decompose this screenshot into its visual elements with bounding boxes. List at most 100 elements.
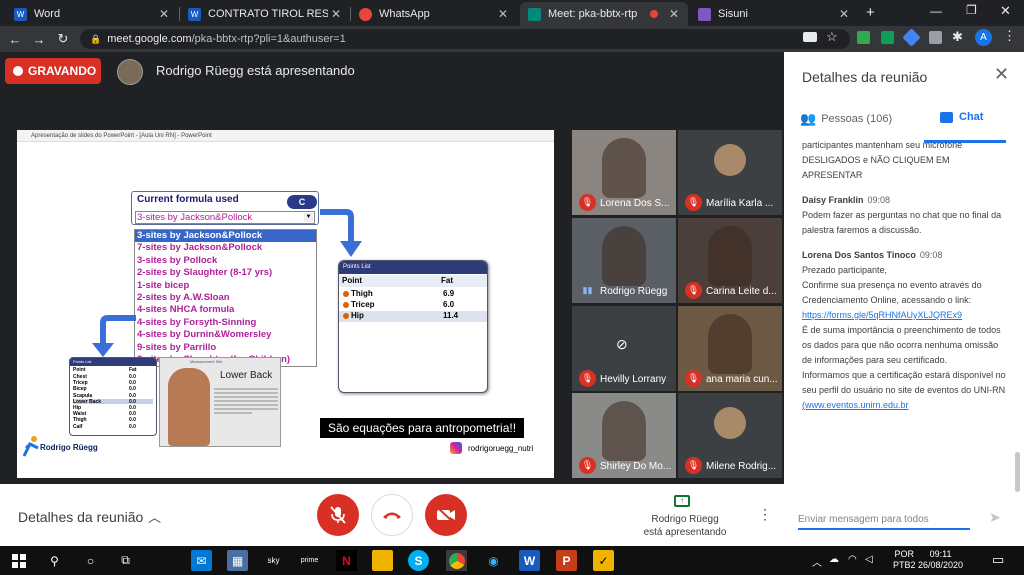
sticky-app-icon[interactable]: ✓ bbox=[593, 550, 614, 571]
mic-off-icon: 🎙 bbox=[685, 282, 702, 299]
tab-chat-label: Chat bbox=[959, 111, 984, 123]
tab-sisuni[interactable]: Sisuni ✕ bbox=[690, 2, 858, 26]
cortana-icon[interactable]: ○ bbox=[80, 550, 101, 571]
profile-avatar[interactable]: A bbox=[975, 29, 992, 46]
volume-icon[interactable]: ◁ bbox=[865, 554, 873, 565]
message-link[interactable]: https://forms.gle/5qRHNfAUyXLJQREx9 bbox=[802, 308, 1008, 323]
tab-whatsapp[interactable]: WhatsApp ✕ bbox=[351, 2, 517, 26]
camera-indicator-icon[interactable] bbox=[803, 32, 817, 42]
chrome-icon[interactable] bbox=[446, 550, 467, 571]
col-point: Point bbox=[342, 276, 362, 285]
calculator-icon[interactable]: ▦ bbox=[227, 550, 248, 571]
chevron-down-icon: ▼ bbox=[304, 213, 313, 222]
small-list-row: Scapula 0.0 bbox=[73, 393, 153, 399]
col-point: Point bbox=[73, 367, 86, 373]
presenting-status[interactable]: Rodrigo Rüegg está apresentando bbox=[630, 513, 740, 539]
small-list-rows: Chest 0.0 Tricep 0.0 Bicep 0.0 Scapula 0.0 Lower… bbox=[70, 374, 156, 434]
file-explorer-icon[interactable] bbox=[372, 550, 393, 571]
small-list-row: Tricep 0.0 bbox=[73, 380, 153, 386]
lang-line2: PTB2 bbox=[893, 560, 916, 570]
camera-toggle-button[interactable] bbox=[425, 494, 467, 536]
clock[interactable]: 09:11 26/08/2020 bbox=[918, 549, 963, 571]
participant-video bbox=[708, 226, 752, 286]
participant-tile[interactable]: 🎙 Carina Leite d... bbox=[678, 218, 782, 303]
prime-video-icon[interactable]: prime bbox=[299, 550, 320, 571]
participant-tile[interactable]: 🎙 Shirley Do Mo... bbox=[572, 393, 676, 478]
message-link[interactable]: (www.eventos.unirn.edu.br bbox=[802, 398, 1008, 413]
reload-icon[interactable]: ↻ bbox=[54, 30, 72, 48]
point-fat: 11.4 bbox=[443, 311, 459, 320]
close-icon[interactable]: ✕ bbox=[328, 7, 344, 21]
clock-time: 09:11 bbox=[929, 549, 952, 559]
send-icon[interactable]: ➤ bbox=[989, 509, 1001, 526]
task-view-icon[interactable]: ⧉ bbox=[115, 550, 136, 571]
mic-off-icon bbox=[330, 506, 346, 524]
leave-call-button[interactable] bbox=[371, 494, 413, 536]
more-options-icon[interactable]: ⋮ bbox=[758, 506, 772, 523]
participant-avatar bbox=[714, 407, 746, 439]
windows-start-icon[interactable] bbox=[8, 550, 29, 571]
participant-tile[interactable]: 🎙 Milene Rodrig... bbox=[678, 393, 782, 478]
ppt-window-title: Apresentação de slides do PowerPoint - [… bbox=[17, 130, 554, 142]
extensions-puzzle-icon[interactable]: ✱ bbox=[952, 29, 963, 45]
meeting-details-button[interactable]: Detalhes da reunião bbox=[18, 509, 143, 525]
tab-meet[interactable]: Meet: pka-bbtx-rtp ✕ bbox=[520, 2, 688, 26]
word-icon[interactable]: W bbox=[519, 550, 540, 571]
chat-scrollbar[interactable] bbox=[1015, 452, 1020, 492]
tray-cloud-icon[interactable]: ☁ bbox=[829, 554, 839, 565]
row-point: Calf bbox=[73, 423, 83, 430]
bookmark-star-icon[interactable]: ☆ bbox=[826, 29, 838, 45]
close-icon[interactable]: ✕ bbox=[994, 64, 1009, 85]
tray-chevron-icon[interactable]: ︿ bbox=[812, 554, 822, 569]
chevron-up-icon[interactable]: ︿ bbox=[148, 507, 161, 526]
mic-off-icon: 🎙 bbox=[579, 457, 596, 474]
skype-icon[interactable]: S bbox=[408, 550, 429, 571]
chat-input[interactable]: Enviar mensagem para todos bbox=[798, 512, 970, 530]
tab-word[interactable]: W Word ✕ bbox=[6, 2, 178, 26]
participant-tile[interactable]: ▮▮ Rodrigo Rüegg bbox=[572, 218, 676, 303]
row-point: Chest bbox=[73, 374, 87, 380]
extension-sheets-icon[interactable] bbox=[881, 31, 894, 44]
participant-tile[interactable]: 🎙 ana maria cun... bbox=[678, 306, 782, 391]
url-bar[interactable]: 🔒 meet.google.com/pka-bbtx-rtp?pli=1&aut… bbox=[80, 29, 850, 49]
edge-icon[interactable]: ◉ bbox=[483, 550, 504, 571]
back-icon[interactable]: ← bbox=[6, 30, 24, 48]
language-indicator[interactable]: POR PTB2 bbox=[893, 549, 916, 571]
extension-check-icon[interactable] bbox=[857, 31, 870, 44]
measurement-label: Lower Back bbox=[220, 370, 273, 381]
participant-tile[interactable]: 🎙 Marília Karla ... bbox=[678, 130, 782, 215]
close-icon[interactable]: ✕ bbox=[495, 7, 511, 21]
new-tab-button[interactable]: + bbox=[866, 4, 875, 21]
close-icon[interactable]: ✕ bbox=[156, 7, 172, 21]
small-list-row: Bicep 0.0 bbox=[73, 386, 153, 392]
close-icon[interactable]: ✕ bbox=[836, 7, 852, 21]
mail-icon[interactable]: ✉ bbox=[191, 550, 212, 571]
netflix-icon[interactable]: N bbox=[336, 550, 357, 571]
browser-menu-icon[interactable]: ⋮ bbox=[1003, 28, 1016, 44]
tab-contrato[interactable]: W CONTRATO TIROL RESIDENCE ✕ bbox=[180, 2, 350, 26]
participant-name: Marília Karla ... bbox=[706, 198, 774, 209]
powerpoint-icon[interactable]: P bbox=[556, 550, 577, 571]
search-icon[interactable]: ⚲ bbox=[44, 550, 65, 571]
forward-icon[interactable]: → bbox=[30, 30, 48, 48]
mic-toggle-button[interactable] bbox=[317, 494, 359, 536]
window-close-icon[interactable]: ✕ bbox=[1000, 3, 1011, 19]
message-text: participantes mantenham seu microfone DE… bbox=[802, 140, 965, 180]
participant-video bbox=[602, 401, 646, 461]
tab-people[interactable]: 👥 Pessoas (106) bbox=[800, 111, 892, 127]
restore-icon[interactable]: ❐ bbox=[966, 3, 977, 17]
points-row: Hip 11.4 bbox=[339, 311, 487, 322]
minimize-icon[interactable]: — bbox=[930, 4, 942, 18]
url-path: /pka-bbtx-rtp?pli=1&authuser=1 bbox=[191, 33, 346, 45]
row-fat: 0.0 bbox=[129, 423, 136, 430]
small-list-header: Point Fat bbox=[73, 367, 153, 373]
notifications-icon[interactable]: ▭ bbox=[992, 552, 1004, 568]
participant-tile[interactable]: ⊘ 🎙 Hevilly Lorrany bbox=[572, 306, 676, 391]
wifi-icon[interactable]: ◠ bbox=[848, 554, 857, 565]
participant-tile[interactable]: 🎙 Lorena Dos S... bbox=[572, 130, 676, 215]
sky-app-icon[interactable]: sky bbox=[263, 550, 284, 571]
tab-chat[interactable]: Chat bbox=[940, 111, 983, 123]
close-icon[interactable]: ✕ bbox=[666, 7, 682, 21]
url-host: meet.google.com bbox=[107, 33, 192, 45]
extension-clip-icon[interactable] bbox=[929, 31, 942, 44]
